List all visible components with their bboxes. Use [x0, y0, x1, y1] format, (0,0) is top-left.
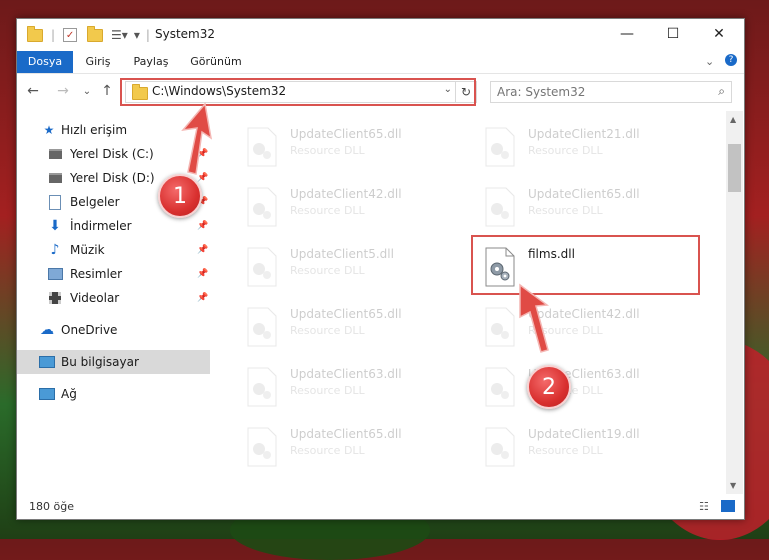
step-2-badge: 2	[527, 365, 571, 409]
annotation-arrows	[181, 102, 550, 353]
step-1-badge: 1	[158, 174, 202, 218]
